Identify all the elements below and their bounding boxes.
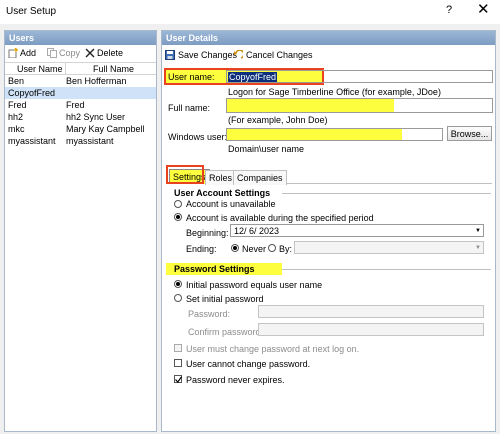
table-row[interactable]: hh2 hh2 Sync User — [5, 111, 156, 123]
account-available-radio[interactable] — [174, 213, 182, 221]
table-row[interactable]: Fred Fred — [5, 99, 156, 111]
password-never-expires-checkbox[interactable] — [174, 375, 182, 383]
row-user-name: myassistant — [8, 136, 56, 146]
ending-never-radio[interactable] — [231, 244, 239, 252]
users-table-header: User Name Full Name — [5, 63, 156, 75]
add-user-button[interactable]: Add — [8, 47, 37, 59]
beginning-date-picker[interactable]: 12/ 6/ 2023 ▼ — [230, 224, 484, 237]
user-name-value: CopyofFred — [228, 72, 278, 82]
account-settings-divider — [282, 193, 491, 194]
password-equals-user-label: Initial password equals user name — [186, 280, 323, 290]
account-unavailable-radio[interactable] — [174, 200, 182, 208]
tab-roles-label: Roles — [209, 173, 233, 183]
tab-roles[interactable]: Roles — [205, 170, 237, 185]
windows-user-highlight — [227, 129, 402, 140]
cancel-changes-button[interactable]: Cancel Changes — [233, 49, 313, 60]
table-row-selected[interactable]: CopyofFred — [5, 87, 156, 99]
windows-user-label: Windows user: — [168, 132, 228, 142]
chevron-down-icon: ▼ — [475, 244, 481, 251]
set-initial-password-label: Set initial password — [186, 294, 264, 304]
save-icon — [165, 50, 175, 60]
column-header-user-name[interactable]: User Name — [17, 64, 63, 74]
password-never-expires-label: Password never expires. — [186, 375, 285, 385]
save-changes-button[interactable]: Save Changes — [165, 50, 237, 60]
table-row[interactable]: mkc Mary Kay Campbell — [5, 123, 156, 135]
full-name-highlight — [227, 99, 394, 112]
full-name-hint: (For example, John Doe) — [228, 115, 328, 125]
user-details-panel: User Details Save Changes Cancel Changes… — [161, 30, 496, 432]
undo-icon — [233, 49, 245, 60]
row-user-name: mkc — [8, 124, 25, 134]
row-full-name: myassistant — [66, 136, 114, 146]
cannot-change-password-label: User cannot change password. — [186, 359, 311, 369]
users-list: Ben Ben Hofferman CopyofFred Fred Fred h… — [5, 75, 156, 147]
column-header-full-name[interactable]: Full Name — [93, 64, 134, 74]
account-available-label: Account is available during the specifie… — [186, 213, 374, 223]
user-name-label: User name: — [168, 72, 215, 82]
settings-tab-annotation-box — [166, 165, 204, 184]
password-settings-title: Password Settings — [174, 264, 255, 274]
copy-user-label: Copy — [59, 48, 81, 58]
confirm-password-label: Confirm password: — [188, 327, 264, 337]
confirm-password-field[interactable] — [258, 323, 484, 336]
full-name-label: Full name: — [168, 103, 211, 113]
browse-button[interactable]: Browse... — [447, 126, 492, 141]
set-initial-password-radio[interactable] — [174, 294, 182, 302]
chevron-down-icon[interactable]: ▼ — [473, 225, 483, 236]
account-unavailable-label: Account is unavailable — [186, 199, 276, 209]
table-row[interactable]: myassistant myassistant — [5, 135, 156, 147]
close-button[interactable]: ✕ — [477, 2, 490, 17]
row-full-name: Ben Hofferman — [66, 76, 127, 86]
user-name-hint: Logon for Sage Timberline Office (for ex… — [228, 87, 441, 97]
ending-by-label: By: — [279, 244, 293, 254]
beginning-date-value: 12/ 6/ 2023 — [234, 226, 280, 236]
row-user-name: hh2 — [8, 112, 24, 122]
title-bar: User Setup ? ✕ — [0, 0, 500, 24]
password-settings-divider — [282, 269, 491, 270]
must-change-password-label: User must change password at next log on… — [186, 344, 360, 354]
table-row[interactable]: Ben Ben Hofferman — [5, 75, 156, 87]
row-full-name: Fred — [66, 100, 85, 110]
password-equals-user-radio[interactable] — [174, 280, 182, 288]
cannot-change-password-checkbox[interactable] — [174, 359, 182, 367]
help-button[interactable]: ? — [446, 4, 452, 16]
windows-user-hint: Domain\user name — [228, 144, 305, 154]
ending-never-label: Never — [242, 244, 267, 254]
tab-companies-label: Companies — [237, 173, 283, 183]
user-details-header: User Details — [162, 31, 495, 45]
window-title: User Setup — [6, 6, 57, 17]
ending-by-radio[interactable] — [268, 244, 276, 252]
add-user-icon — [8, 47, 18, 59]
checkmark-icon — [175, 376, 182, 383]
cancel-changes-label: Cancel Changes — [246, 50, 313, 60]
beginning-label: Beginning: — [186, 228, 229, 238]
row-user-name: CopyofFred — [8, 88, 56, 98]
copy-user-button[interactable]: Copy — [47, 48, 80, 58]
save-changes-label: Save Changes — [178, 50, 238, 60]
users-panel-header: Users — [5, 31, 156, 45]
password-field[interactable] — [258, 305, 484, 318]
row-full-name: hh2 Sync User — [66, 112, 126, 122]
ending-date-picker[interactable]: ▼ — [294, 241, 484, 254]
add-user-label: Add — [20, 48, 37, 58]
account-settings-title: User Account Settings — [174, 188, 271, 198]
delete-user-button[interactable]: Delete — [85, 48, 123, 58]
user-name-field[interactable]: CopyofFred — [226, 70, 493, 83]
ending-label: Ending: — [186, 244, 217, 254]
row-full-name: Mary Kay Campbell — [66, 124, 145, 134]
users-toolbar: Add Copy Delete — [5, 45, 156, 63]
must-change-password-checkbox[interactable] — [174, 344, 182, 352]
row-user-name: Ben — [8, 76, 25, 86]
column-divider[interactable] — [65, 63, 66, 75]
row-user-name: Fred — [8, 100, 27, 110]
delete-icon — [85, 48, 95, 58]
copy-icon — [47, 48, 57, 58]
delete-user-label: Delete — [97, 48, 124, 58]
tab-companies[interactable]: Companies — [233, 170, 287, 185]
users-panel: Users Add Copy Delete User Name Full Nam… — [4, 30, 157, 432]
password-label: Password: — [188, 309, 231, 319]
